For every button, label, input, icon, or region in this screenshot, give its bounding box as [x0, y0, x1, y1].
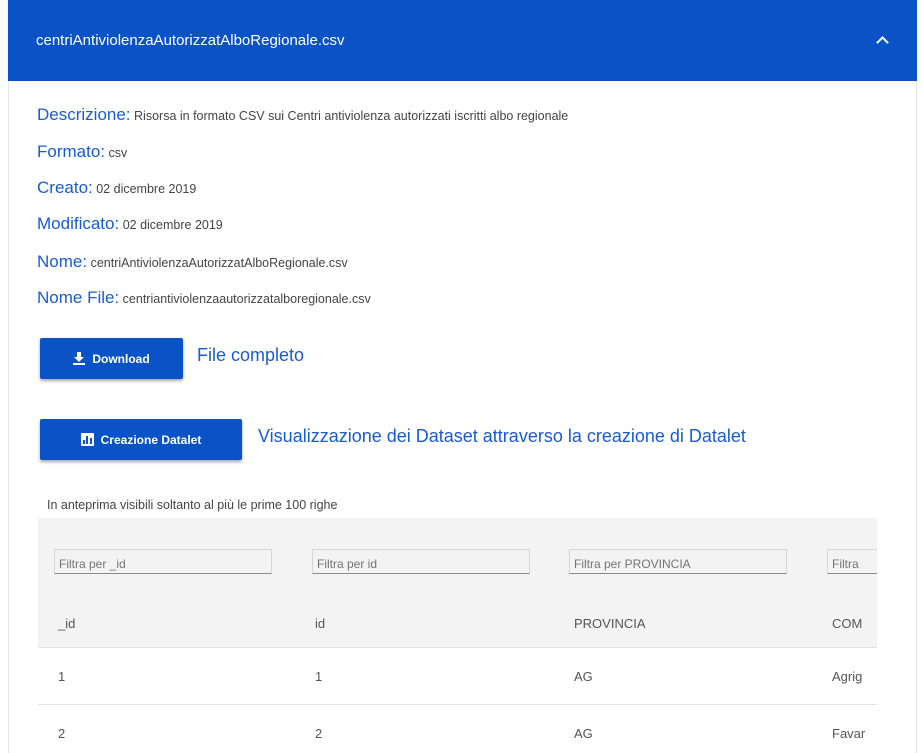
create-datalet-button-label: Creazione Datalet: [100, 432, 202, 447]
table-cell: 2: [58, 726, 66, 741]
download-button[interactable]: Download: [40, 338, 183, 379]
meta-modificato: Modificato: 02 dicembre 2019: [37, 214, 223, 234]
table-cell: Agrig: [832, 669, 863, 684]
chevron-up-icon[interactable]: [876, 36, 889, 49]
download-button-label: Download: [92, 351, 150, 366]
filter-input-provincia[interactable]: [569, 549, 787, 574]
meta-value: centriAntiviolenzaAutorizzatAlboRegional…: [90, 256, 348, 270]
table-cell: AG: [574, 669, 593, 684]
datalet-description: Visualizzazione dei Dataset attraverso l…: [258, 426, 746, 446]
meta-key: Nome File:: [37, 288, 120, 307]
table-cell: AG: [574, 726, 593, 741]
download-description: File completo: [197, 345, 305, 365]
meta-key: Descrizione:: [37, 105, 131, 124]
meta-creato: Creato: 02 dicembre 2019: [37, 178, 196, 198]
meta-nome: Nome: centriAntiviolenzaAutorizzatAlboRe…: [37, 252, 348, 272]
resource-panel-header[interactable]: centriAntiviolenzaAutorizzatAlboRegional…: [8, 0, 917, 81]
resource-title: centriAntiviolenzaAutorizzatAlboRegional…: [36, 32, 345, 49]
table-cell: 2: [315, 726, 323, 741]
meta-key: Formato:: [37, 142, 106, 161]
meta-value: 02 dicembre 2019: [96, 182, 197, 196]
meta-descrizione: Descrizione: Risorsa in formato CSV sui …: [37, 105, 568, 125]
preview-table: _id id PROVINCIA COM 1 1 AG Agrig 2 2 AG…: [38, 518, 877, 753]
meta-formato: Formato: csv: [37, 142, 127, 162]
table-row: [38, 647, 877, 704]
bar-chart-icon: [80, 433, 94, 446]
table-cell: 1: [58, 669, 66, 684]
meta-nome-file: Nome File: centriantiviolenzaautorizzata…: [37, 288, 371, 308]
column-header-id[interactable]: id: [315, 616, 325, 631]
column-header-provincia[interactable]: PROVINCIA: [574, 616, 646, 631]
create-datalet-button[interactable]: Creazione Datalet: [40, 419, 242, 460]
meta-key: Creato:: [37, 178, 93, 197]
table-row: [38, 704, 877, 753]
download-icon: [73, 352, 86, 365]
column-header-_id[interactable]: _id: [58, 616, 75, 631]
meta-value: Risorsa in formato CSV sui Centri antivi…: [134, 109, 569, 123]
filter-input-id[interactable]: [312, 549, 530, 574]
filter-input-_id[interactable]: [54, 549, 272, 574]
meta-key: Modificato:: [37, 214, 120, 233]
column-header-comune[interactable]: COM: [832, 616, 862, 631]
table-cell: 1: [315, 669, 323, 684]
preview-note: In anteprima visibili soltanto al più le…: [47, 498, 338, 512]
meta-value: centriantiviolenzaautorizzatalboregional…: [122, 292, 371, 306]
meta-key: Nome:: [37, 252, 88, 271]
filter-input-comune[interactable]: [827, 549, 877, 574]
meta-value: csv: [108, 146, 128, 160]
meta-value: 02 dicembre 2019: [122, 218, 223, 232]
table-cell: Favar: [832, 726, 866, 741]
